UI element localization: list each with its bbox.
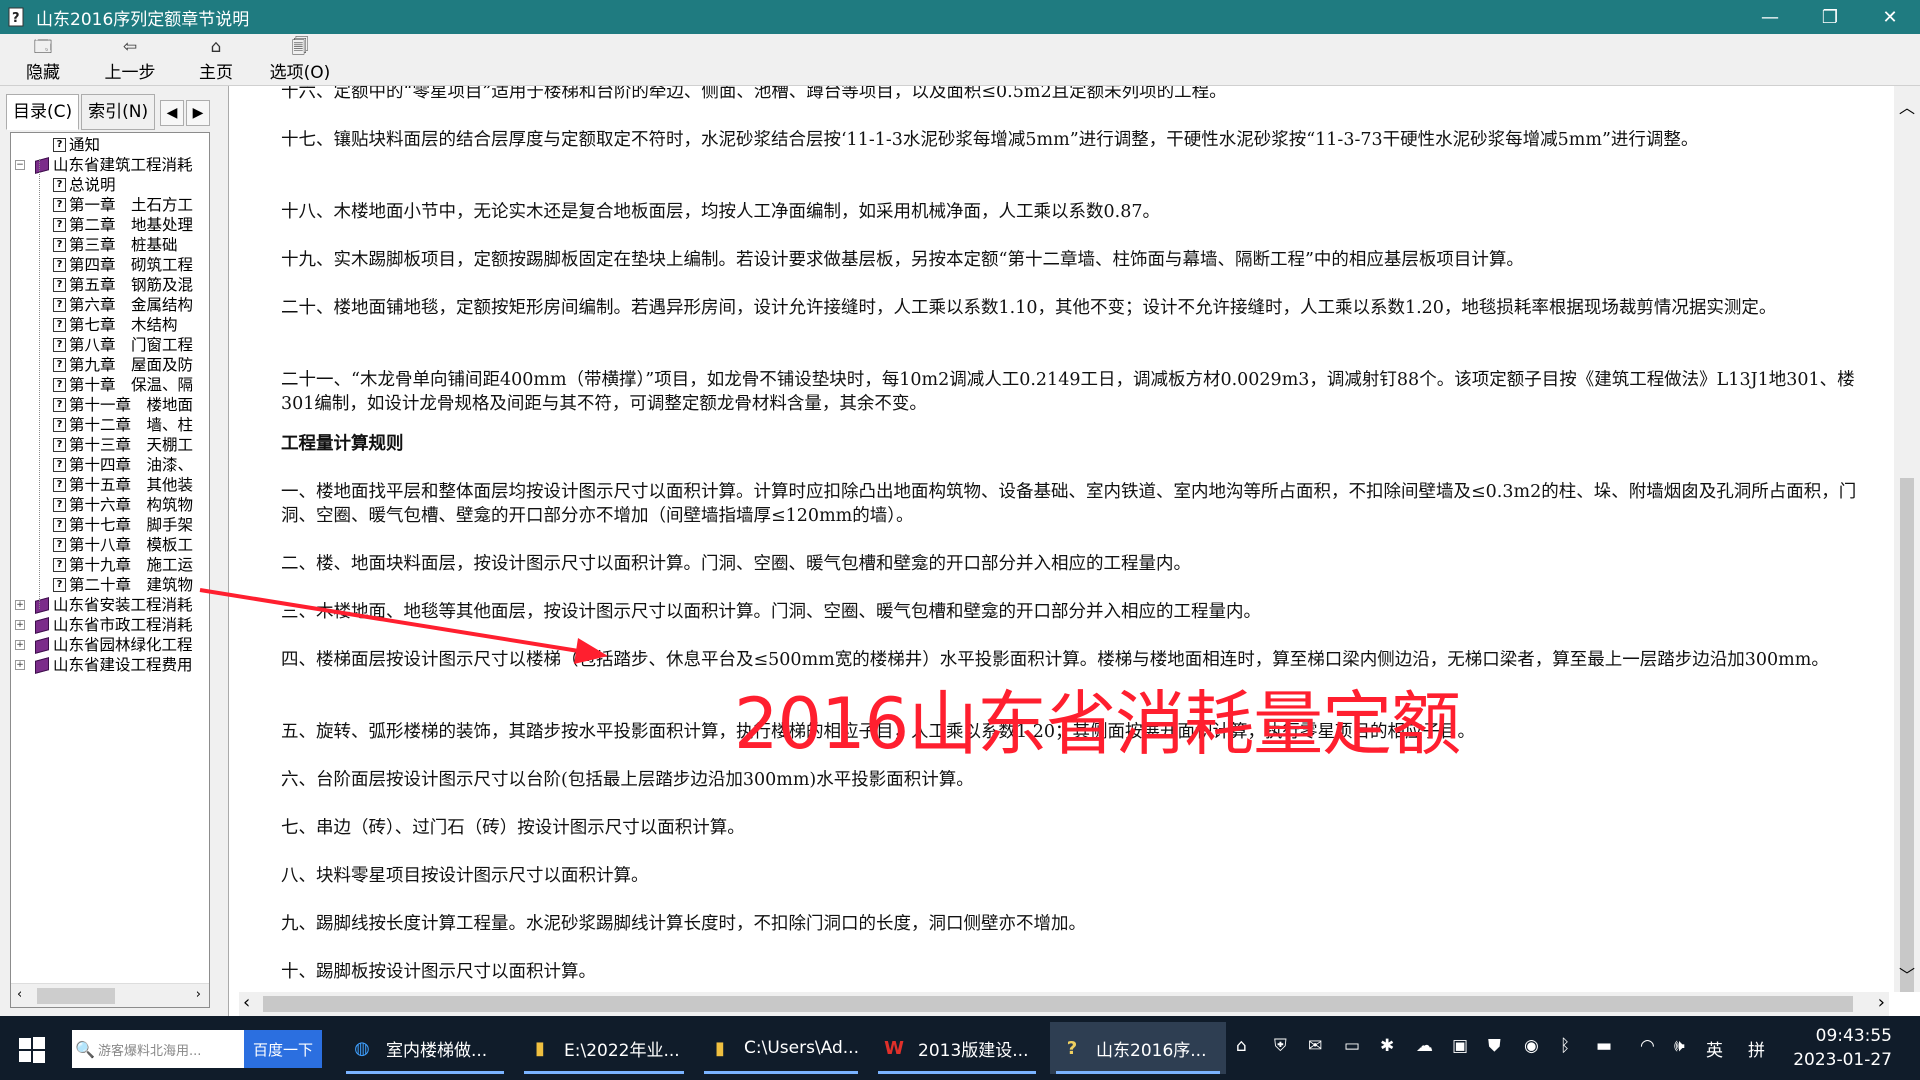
running-indicator (346, 1071, 504, 1074)
taskbar-button[interactable]: W 2013版建设... (872, 1022, 1042, 1074)
folder-icon: ▮ (715, 1037, 725, 1059)
running-indicator (878, 1071, 1036, 1074)
windows-start-icon[interactable] (18, 1036, 46, 1064)
battery-icon[interactable]: ▬ (1596, 1036, 1612, 1056)
search-icon: 🔍 (75, 1039, 95, 1059)
monitor-icon[interactable]: ▭ (1344, 1036, 1360, 1056)
bluetooth-icon[interactable]: ᛒ (1560, 1036, 1570, 1056)
wifi-icon[interactable]: ◠ (1640, 1036, 1655, 1056)
taskbar-button-label: 2013版建设... (918, 1040, 1029, 1061)
ime-mode[interactable]: 拼 (1748, 1036, 1765, 1061)
clock-date: 2023-01-27 (1793, 1050, 1892, 1070)
taskbar-button[interactable]: ? 山东2016序... (1050, 1022, 1226, 1074)
security-icon[interactable]: ⛊ (1488, 1036, 1501, 1056)
arrow-head (574, 638, 608, 664)
wps-icon: W (884, 1037, 904, 1059)
help-file-icon: ? (1066, 1037, 1078, 1059)
annotation-arrow (199, 588, 608, 664)
taskbar-search[interactable]: 🔍 游客爆料北海用... 百度一下 (72, 1030, 322, 1068)
shield-icon[interactable]: ⛨ (1274, 1036, 1287, 1056)
clock[interactable]: 09:43:55 2023-01-27 (1793, 1024, 1892, 1072)
taskbar-button[interactable]: ▮ E:\2022年业... (518, 1022, 690, 1074)
taskbar-button[interactable]: ▮ C:\Users\Ad... (698, 1022, 864, 1074)
taskbar-button[interactable]: ◍ 室内楼梯做... (340, 1022, 510, 1074)
cloud-icon[interactable]: ☁ (1416, 1036, 1433, 1056)
folder-icon: ▮ (535, 1037, 545, 1059)
running-indicator (704, 1071, 858, 1074)
running-indicator (524, 1071, 684, 1074)
taskbar-button-label: 室内楼梯做... (386, 1040, 488, 1061)
ime-language[interactable]: 英 (1706, 1036, 1723, 1061)
arrow-line (199, 588, 586, 654)
search-placeholder: 游客爆料北海用... (98, 1043, 202, 1059)
annotation-caption: 2016山东省消耗量定额 (734, 683, 1461, 765)
taskbar-button-label: 山东2016序... (1096, 1040, 1207, 1061)
volume-icon[interactable]: 🕪 (1674, 1036, 1685, 1056)
taskbar-button-label: E:\2022年业... (564, 1040, 680, 1061)
baidu-search-button[interactable]: 百度一下 (244, 1030, 322, 1068)
clock-time: 09:43:55 (1815, 1026, 1892, 1046)
network-app-icon[interactable]: ✱ (1380, 1036, 1394, 1056)
window-icon[interactable]: ▣ (1452, 1036, 1468, 1056)
wechat-icon[interactable]: ✉ (1308, 1036, 1322, 1056)
running-indicator (1056, 1071, 1220, 1074)
browser-tray-icon[interactable]: ◉ (1524, 1036, 1539, 1056)
browser-icon: ◍ (354, 1037, 370, 1059)
taskbar-button-label: C:\Users\Ad... (744, 1038, 859, 1058)
tray-app-icon-1[interactable]: ⌂ (1236, 1036, 1247, 1056)
taskbar: 🔍 游客爆料北海用... 百度一下 ◍ 室内楼梯做... ▮ E:\2022年业...… (0, 1016, 1920, 1080)
